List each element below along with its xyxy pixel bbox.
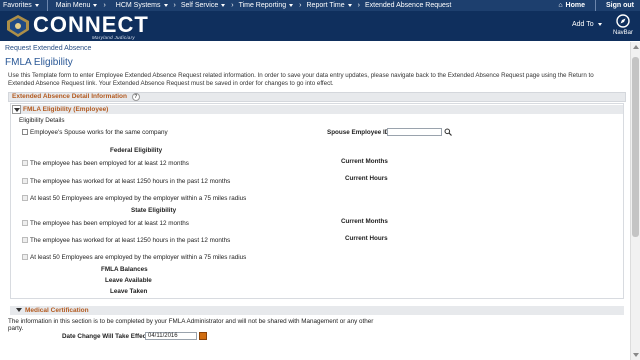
search-icon[interactable] — [444, 128, 452, 136]
leave-taken-label: Leave Taken — [110, 288, 148, 295]
state-employees-50-checkbox[interactable] — [22, 254, 28, 260]
menu-self-service[interactable]: Self Service — [180, 2, 226, 9]
state-worked-1250-label: The employee has worked for at least 125… — [30, 237, 231, 244]
page-title: FMLA Eligibility — [5, 57, 73, 68]
medical-certification-header[interactable]: Medical Certification — [10, 306, 624, 315]
chevron-down-icon — [16, 308, 22, 313]
chevron-down-icon — [221, 4, 226, 7]
menu-hcm-systems[interactable]: HCM Systems — [116, 2, 168, 9]
breadcrumb-arrow-icon: › — [173, 2, 176, 9]
menu-label: Extended Absence Request — [364, 2, 452, 9]
date-change-effective-input[interactable]: 04/11/2016 — [145, 332, 197, 340]
calendar-icon[interactable] — [199, 332, 207, 340]
fmla-balances-title: FMLA Balances — [101, 266, 148, 273]
federal-current-hours-label: Current Hours — [345, 175, 388, 182]
state-employed-12-checkbox[interactable] — [22, 220, 28, 226]
spouse-same-company-checkbox[interactable] — [22, 129, 28, 135]
menu-label: Main Menu — [55, 2, 91, 9]
menu-label: HCM Systems — [115, 2, 161, 9]
chevron-down-icon — [597, 23, 602, 26]
eligibility-details-label: Eligibility Details — [19, 117, 65, 124]
state-eligibility-title: State Eligibility — [131, 207, 177, 214]
page-breadcrumb: Request Extended Absence — [5, 45, 92, 52]
scroll-down-arrow-icon[interactable] — [633, 353, 639, 357]
menu-main-menu[interactable]: Main Menu — [56, 2, 98, 9]
menu-time-reporting[interactable]: Time Reporting — [239, 2, 294, 9]
judiciary-seal-logo — [7, 15, 29, 37]
breadcrumb-arrow-icon: › — [231, 2, 234, 9]
federal-employees-50-checkbox[interactable] — [22, 195, 28, 201]
spouse-id-label: Spouse Employee ID — [327, 129, 390, 136]
federal-employees-50-label: At least 50 Employees are employed by th… — [30, 195, 247, 202]
navbar-button[interactable]: NavBar — [606, 11, 640, 41]
federal-eligibility-title: Federal Eligibility — [110, 147, 163, 154]
home-link[interactable]: Home — [566, 2, 585, 9]
scroll-up-arrow-icon[interactable] — [633, 45, 639, 49]
menu-divider — [46, 0, 48, 11]
chevron-down-icon — [347, 4, 352, 7]
medical-certification-title: Medical Certification — [25, 307, 89, 314]
scrollbar-thumb[interactable] — [632, 57, 639, 237]
fmla-eligibility-panel: FMLA Eligibility (Employee) Eligibility … — [10, 103, 624, 299]
compass-icon — [616, 14, 630, 28]
spouse-id-input[interactable] — [387, 128, 442, 136]
federal-current-months-label: Current Months — [341, 158, 388, 165]
federal-worked-1250-label: The employee has worked for at least 125… — [30, 178, 231, 185]
leave-available-label: Leave Available — [105, 277, 152, 284]
menu-divider — [595, 0, 596, 11]
header-banner: CONNECT Maryland Judiciary Add To NavBar — [0, 11, 640, 41]
section-header-detail: Extended Absence Detail Information ? — [8, 92, 626, 102]
federal-employed-12-checkbox[interactable] — [22, 160, 28, 166]
add-to-label: Add To — [572, 21, 594, 28]
menu-favorites[interactable]: Favorites — [3, 2, 39, 9]
menu-label: Time Reporting — [238, 2, 287, 9]
signout-link[interactable]: Sign out — [606, 2, 634, 9]
chevron-down-icon — [34, 4, 39, 7]
add-to-button[interactable]: Add To — [572, 21, 602, 28]
date-change-effective-label: Date Change Will Take Effect — [62, 333, 149, 340]
chevron-down-icon — [163, 4, 168, 7]
vertical-scrollbar[interactable] — [630, 42, 640, 360]
breadcrumb-arrow-icon: › — [357, 2, 360, 9]
menu-label: Report Time — [306, 2, 345, 9]
home-icon[interactable]: ⌂ — [558, 2, 562, 9]
breadcrumb-arrow-icon: › — [103, 2, 106, 9]
state-employed-12-label: The employee has been employed for at le… — [30, 220, 189, 227]
federal-worked-1250-checkbox[interactable] — [22, 178, 28, 184]
menu-label: Favorites — [3, 2, 32, 9]
medical-certification-note: The information in this section is to be… — [8, 318, 374, 332]
state-current-months-label: Current Months — [341, 218, 388, 225]
state-employees-50-label: At least 50 Employees are employed by th… — [30, 254, 247, 261]
top-menu-bar: Favorites Main Menu › HCM Systems › Self… — [0, 0, 640, 11]
fmla-eligibility-title: FMLA Eligibility (Employee) — [23, 106, 109, 113]
spouse-same-company-label: Employee's Spouse works for the same com… — [30, 129, 168, 136]
state-worked-1250-checkbox[interactable] — [22, 237, 28, 243]
app-logo-subtitle: Maryland Judiciary — [92, 35, 135, 40]
breadcrumb-arrow-icon: › — [299, 2, 302, 9]
help-icon[interactable]: ? — [131, 93, 140, 101]
state-current-hours-label: Current Hours — [345, 235, 388, 242]
chevron-down-icon — [289, 4, 294, 7]
menu-label: Self Service — [180, 2, 219, 9]
menu-right-actions: ⌂ Home Sign out — [558, 0, 640, 11]
federal-employed-12-label: The employee has been employed for at le… — [30, 160, 189, 167]
menu-extended-absence-request[interactable]: Extended Absence Request — [365, 2, 451, 9]
collapse-toggle-icon[interactable] — [12, 105, 21, 114]
chevron-down-icon — [93, 4, 98, 7]
page-instructions: Use this Template form to enter Employee… — [8, 72, 594, 87]
fmla-eligibility-header[interactable]: FMLA Eligibility (Employee) — [12, 105, 623, 114]
menu-report-time[interactable]: Report Time — [307, 2, 352, 9]
navbar-label: NavBar — [612, 30, 633, 36]
section-title: Extended Absence Detail Information — [12, 93, 127, 100]
